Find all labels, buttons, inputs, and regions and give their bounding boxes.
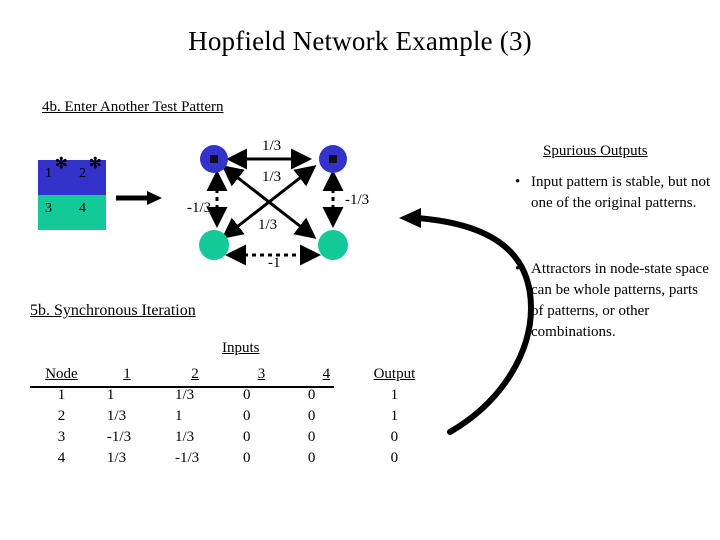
column-header-input-3: 3: [257, 366, 266, 382]
column-header-node: Node: [45, 366, 78, 382]
edge-weight-top: 1/3: [262, 138, 282, 154]
edge-weight-right: -1/3: [345, 192, 370, 208]
pattern-cell-1[interactable]: 1 ✻: [38, 156, 72, 195]
table-header-row: Node 1 2 3 4 Output: [30, 364, 430, 385]
cell-input-4: 0: [307, 429, 316, 445]
cell-node: 4: [57, 450, 66, 466]
notes-heading: Spurious Outputs: [543, 143, 648, 159]
pattern-cell-3[interactable]: 3: [38, 195, 72, 230]
cell-input-1: -1/3: [106, 429, 132, 445]
table-row: 3 -1/3 1/3 0 0 0: [30, 427, 430, 448]
hopfield-network-diagram: 1/3 1/3 -1/3 -1/3 1/3 -1: [187, 135, 390, 285]
cell-input-4: 0: [307, 387, 316, 403]
cell-input-3: 0: [243, 429, 251, 445]
column-header-input-2: 2: [191, 366, 199, 382]
transform-arrow-icon: [116, 191, 162, 205]
pattern-cell-4[interactable]: 4: [72, 195, 106, 230]
cell-input-1: 1/3: [106, 408, 127, 424]
pattern-grid: 1 ✻ 2 ✻ 3 4: [38, 156, 106, 230]
section-heading-5b: 5b. Synchronous Iteration: [30, 302, 196, 319]
inputs-caption: Inputs: [222, 340, 260, 356]
cell-input-4: 0: [307, 450, 316, 466]
cell-node: 2: [57, 408, 66, 424]
note-bullet-text: Attractors in node-state space can be wh…: [531, 261, 709, 340]
cell-input-2: 1: [174, 408, 183, 424]
edge-weight-left: -1/3: [187, 200, 212, 216]
cell-output: 0: [390, 429, 399, 445]
network-node-n4: [318, 230, 348, 260]
network-node-n3: [199, 230, 229, 260]
pattern-cell-label: 4: [79, 201, 86, 216]
pattern-cell-label: 2: [79, 166, 86, 181]
asterisk-icon: ✻: [89, 155, 102, 172]
cell-input-3: 0: [243, 450, 251, 466]
node-star-marker-n1: [210, 155, 218, 163]
bullet-icon: •: [515, 261, 521, 277]
table-row: 4 1/3 -1/3 0 0 0: [30, 448, 430, 469]
pattern-cell-label: 1: [45, 166, 52, 181]
page-title: Hopfield Network Example (3): [188, 26, 532, 56]
edge-weight-bottom: -1: [268, 255, 281, 271]
cell-node: 1: [57, 387, 66, 403]
node-star-marker-n2: [329, 155, 337, 163]
cell-output: 1: [390, 387, 399, 403]
cell-input-4: 0: [307, 408, 316, 424]
slide-canvas: Hopfield Network Example (3) 4b. Enter A…: [0, 0, 720, 540]
cell-input-1: 1: [106, 387, 115, 403]
note-bullet-2: • Attractors in node-state space can be …: [515, 259, 711, 343]
cell-input-2: 1/3: [174, 429, 195, 445]
column-header-input-1: 1: [123, 366, 131, 382]
cell-input-2: 1/3: [174, 387, 195, 403]
pattern-cell-label: 3: [45, 201, 52, 216]
pattern-cell-2[interactable]: 2 ✻: [72, 156, 106, 195]
cell-output: 1: [390, 408, 399, 424]
cell-node: 3: [57, 429, 66, 445]
asterisk-icon: ✻: [55, 155, 68, 172]
note-bullet-1: • Input pattern is stable, but not one o…: [515, 172, 711, 214]
pattern-grid-row: 1 ✻ 2 ✻: [38, 156, 106, 195]
cell-input-2: -1/3: [174, 450, 200, 466]
pattern-grid-row: 3 4: [38, 195, 106, 230]
column-header-input-4: 4: [322, 366, 331, 382]
bullet-icon: •: [515, 174, 521, 190]
table-row: 2 1/3 1 0 0 1: [30, 406, 430, 427]
cell-input-3: 0: [243, 387, 251, 403]
table-row: 1 1 1/3 0 0 1: [30, 385, 430, 406]
edge-weight-cross-upper: 1/3: [262, 169, 282, 185]
cell-output: 0: [390, 450, 399, 466]
column-header-output: Output: [373, 366, 416, 382]
network-graph: [199, 145, 348, 266]
note-bullet-text: Input pattern is stable, but not one of …: [531, 174, 711, 211]
iteration-table: Node 1 2 3 4 Output 1 1 1/3 0 0 1 2 1/3 …: [30, 364, 430, 469]
edge-weight-cross-lower: 1/3: [258, 217, 278, 233]
cell-input-1: 1/3: [106, 450, 127, 466]
cell-input-3: 0: [243, 408, 251, 424]
section-heading-4b: 4b. Enter Another Test Pattern: [42, 99, 224, 115]
